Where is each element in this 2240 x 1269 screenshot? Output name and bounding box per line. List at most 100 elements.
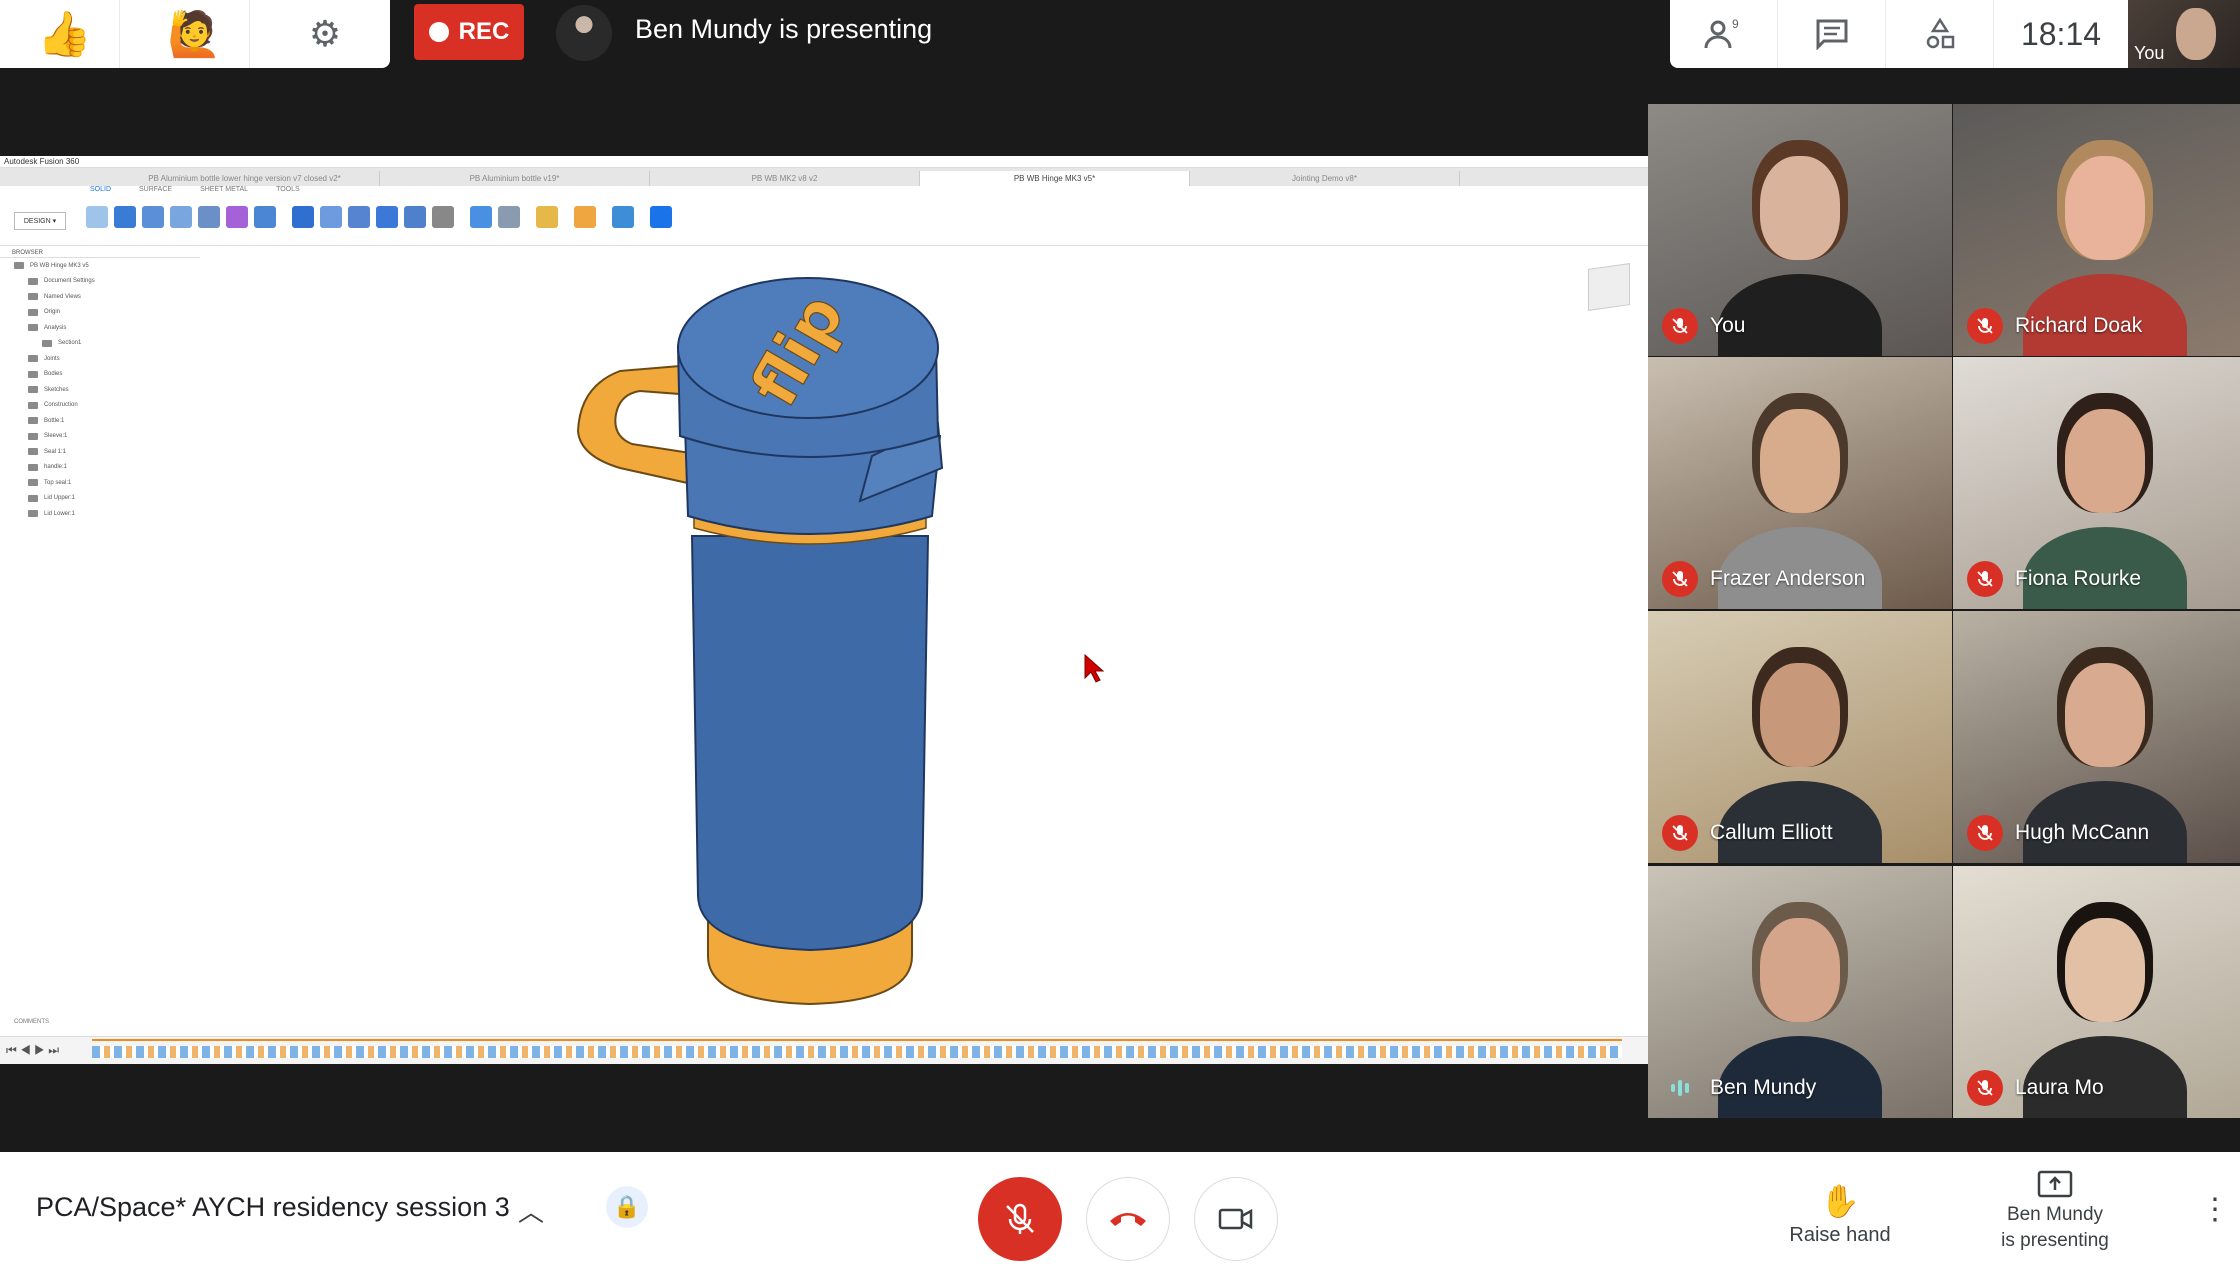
browser-tree-item[interactable]: Seal 1:1 xyxy=(0,444,200,460)
align-icon[interactable] xyxy=(404,206,426,228)
top-bar: 👍 🙋 ⚙ REC Ben Mundy is presenting 9 18:1… xyxy=(0,0,2240,68)
mic-off-icon xyxy=(1967,561,2003,597)
people-button[interactable]: 9 xyxy=(1670,0,1778,68)
camera-toggle-button[interactable] xyxy=(1194,1177,1278,1261)
participant-tile[interactable]: Frazer Anderson xyxy=(1648,357,1952,609)
speaking-bar xyxy=(1685,1083,1689,1093)
form-icon[interactable] xyxy=(226,206,248,228)
participant-name: You xyxy=(1710,314,1746,337)
leave-call-button[interactable] xyxy=(1086,1177,1170,1261)
meeting-title[interactable]: PCA/Space* AYCH residency session 3 xyxy=(36,1192,510,1223)
browser-tree-item[interactable]: Section1 xyxy=(0,336,200,352)
tab-tools[interactable]: TOOLS xyxy=(276,186,300,193)
browser-tree-label: PB WB Hinge MK3 v5 xyxy=(30,262,89,269)
tab-surface[interactable]: SURFACE xyxy=(139,186,172,193)
shell-icon[interactable] xyxy=(348,206,370,228)
participant-tile[interactable]: Richard Doak xyxy=(1953,104,2240,356)
document-tab[interactable]: PB Aluminium bottle lower hinge version … xyxy=(110,171,380,186)
press-pull-icon[interactable] xyxy=(292,206,314,228)
chevron-up-icon[interactable]: ︿ xyxy=(518,1192,544,1229)
create-sketch-icon[interactable] xyxy=(86,206,108,228)
raise-hand-button[interactable]: ✋ Raise hand xyxy=(1760,1182,1920,1247)
mic-slash-icon xyxy=(1977,1080,1993,1096)
bottom-bar: PCA/Space* AYCH residency session 3 ︿ 🔒 … xyxy=(0,1152,2240,1269)
activities-button[interactable] xyxy=(1886,0,1994,68)
shared-screen: Autodesk Fusion 360 PB Aluminium bottle … xyxy=(0,156,1648,1064)
move-icon[interactable] xyxy=(432,206,454,228)
document-tab[interactable]: Jointing Demo v8* xyxy=(1190,171,1460,186)
extrude-icon[interactable] xyxy=(114,206,136,228)
design-timeline[interactable]: ⏮ ◀ ▶ ⏭ xyxy=(0,1036,1648,1064)
document-tab-active[interactable]: PB WB Hinge MK3 v5* xyxy=(920,171,1190,186)
timeline-features[interactable] xyxy=(92,1046,1622,1058)
participant-tile[interactable]: Fiona Rourke xyxy=(1953,357,2240,609)
browser-tree-label: Lid Upper:1 xyxy=(44,495,76,502)
split-icon[interactable] xyxy=(376,206,398,228)
mic-slash-icon xyxy=(1977,318,1993,334)
microphone-toggle-button[interactable] xyxy=(978,1177,1062,1261)
settings-gear-icon[interactable]: ⚙ xyxy=(270,0,380,68)
browser-tree-item[interactable]: handle:1 xyxy=(0,460,200,476)
tab-solid[interactable]: SOLID xyxy=(90,186,111,193)
mic-slash-icon xyxy=(1672,825,1688,841)
as-built-joint-icon[interactable] xyxy=(498,206,520,228)
bottle-body xyxy=(690,535,930,952)
browser-tree-item[interactable]: PB WB Hinge MK3 v5 xyxy=(0,258,200,274)
reactions-toolbar: 👍 🙋 ⚙ xyxy=(0,0,390,68)
document-tab[interactable]: PB Aluminium bottle v19* xyxy=(380,171,650,186)
browser-tree-item[interactable]: Sketches xyxy=(0,382,200,398)
browser-tree-item[interactable]: Lid Upper:1 xyxy=(0,491,200,507)
tab-sheet-metal[interactable]: SHEET METAL xyxy=(200,186,248,193)
hole-icon[interactable] xyxy=(170,206,192,228)
present-button[interactable]: Ben Mundy is presenting xyxy=(1980,1170,2130,1254)
pattern-icon[interactable] xyxy=(198,206,220,228)
browser-tree-item[interactable]: Sleeve:1 xyxy=(0,429,200,445)
browser-tree-item[interactable]: Named Views xyxy=(0,289,200,305)
browser-header: BROWSER xyxy=(0,248,200,258)
browser-tree-label: Sketches xyxy=(44,386,69,393)
thumbs-up-icon[interactable]: 👍 xyxy=(10,0,120,68)
browser-tree-item[interactable]: Bodies xyxy=(0,367,200,383)
browser-tree-item[interactable]: Construction xyxy=(0,398,200,414)
more-options-icon[interactable]: ⋮ xyxy=(2200,1192,2230,1227)
browser-tree-label: Section1 xyxy=(58,340,82,347)
participant-tile[interactable]: Laura Mo xyxy=(1953,866,2240,1118)
joint-icon[interactable] xyxy=(470,206,492,228)
viewcube[interactable] xyxy=(1588,263,1630,311)
workspace-dropdown[interactable]: DESIGN ▾ xyxy=(14,212,66,230)
participant-tile[interactable]: Callum Elliott xyxy=(1648,611,1952,863)
host-controls-shield-icon[interactable]: 🔒 xyxy=(606,1186,648,1228)
speaking-indicator-icon xyxy=(1662,1070,1698,1106)
presenter-avatar xyxy=(556,5,612,61)
browser-tree-label: Named Views xyxy=(44,293,81,300)
present-label-line2: is presenting xyxy=(2001,1230,2109,1251)
insert-image-icon[interactable] xyxy=(612,206,634,228)
browser-tree-item[interactable]: Lid Lower:1 xyxy=(0,506,200,522)
browser-tree-item[interactable]: Document Settings xyxy=(0,274,200,290)
measure-icon[interactable] xyxy=(574,206,596,228)
chat-button[interactable] xyxy=(1778,0,1886,68)
people-count: 9 xyxy=(1732,17,1739,31)
browser-tree-item[interactable]: Joints xyxy=(0,351,200,367)
browser-tree-item[interactable]: Origin xyxy=(0,305,200,321)
document-tab[interactable]: PB WB MK2 v8 v2 xyxy=(650,171,920,186)
participant-name: Callum Elliott xyxy=(1710,821,1833,844)
participant-tile[interactable]: You xyxy=(1648,104,1952,356)
hang-up-icon xyxy=(1110,1213,1146,1226)
select-icon[interactable] xyxy=(650,206,672,228)
participant-tile[interactable]: Ben Mundy xyxy=(1648,866,1952,1118)
fillet-icon[interactable] xyxy=(320,206,342,228)
construct-plane-icon[interactable] xyxy=(536,206,558,228)
comments-bar[interactable]: COMMENTS xyxy=(0,1016,1648,1028)
combine-icon[interactable] xyxy=(254,206,276,228)
participant-tile[interactable]: Hugh McCann xyxy=(1953,611,2240,863)
browser-tree-item[interactable]: Top seal:1 xyxy=(0,475,200,491)
browser-tree-item[interactable]: Bottle:1 xyxy=(0,413,200,429)
browser-tree-item[interactable]: Analysis xyxy=(0,320,200,336)
timeline-playback-icons[interactable]: ⏮ ◀ ▶ ⏭ xyxy=(6,1043,59,1058)
self-label: You xyxy=(2134,43,2165,63)
revolve-icon[interactable] xyxy=(142,206,164,228)
self-view-thumbnail[interactable]: You xyxy=(2128,0,2240,68)
raise-hand-emoji-icon[interactable]: 🙋 xyxy=(140,0,250,68)
recording-badge[interactable]: REC xyxy=(414,4,524,60)
